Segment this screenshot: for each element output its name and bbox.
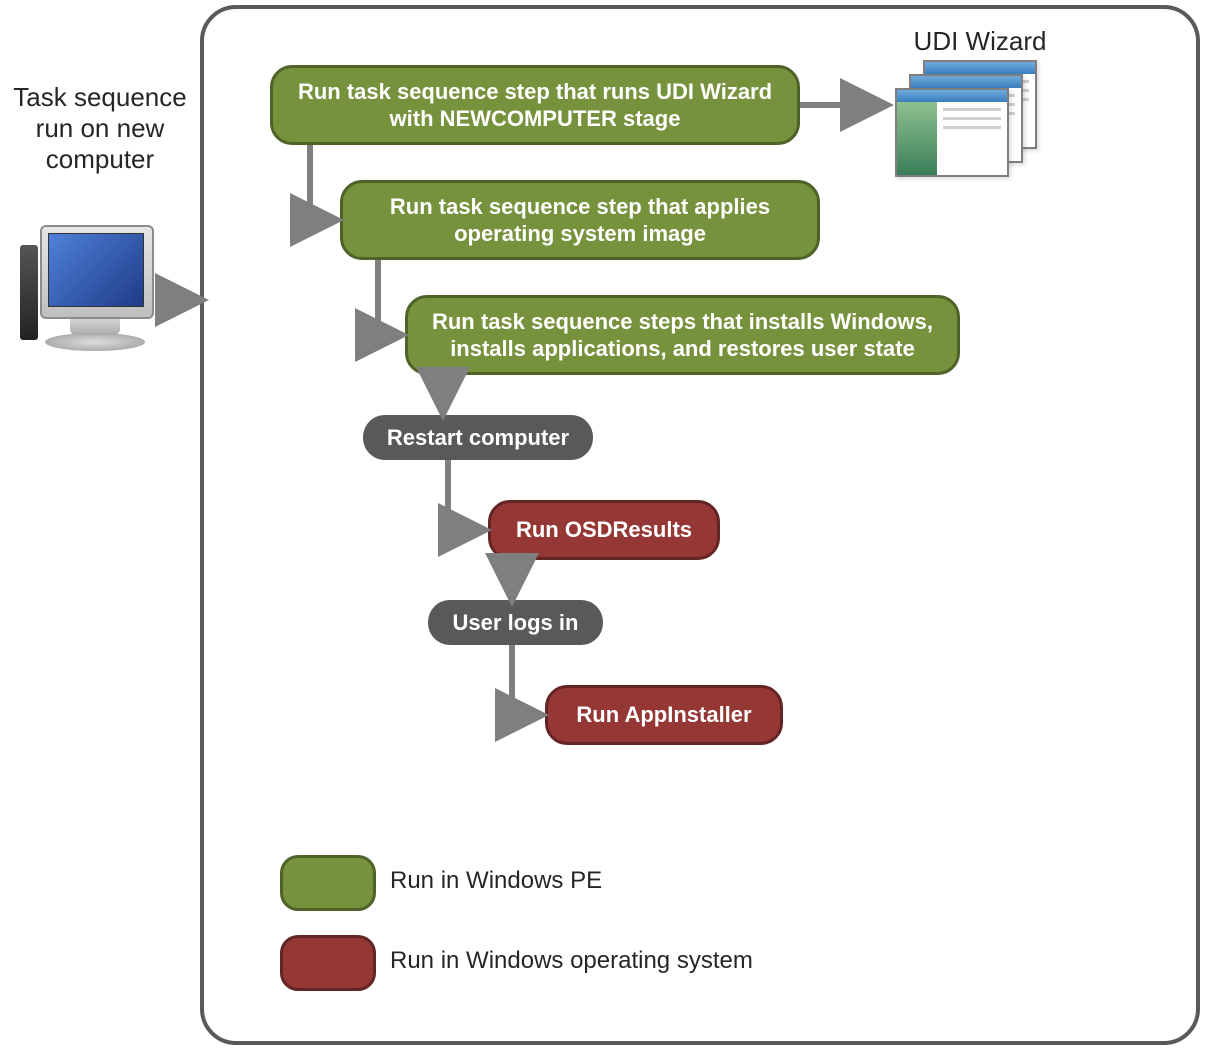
legend-swatch-os [280,935,376,991]
step-run-udi-wizard: Run task sequence step that runs UDI Wiz… [270,65,800,145]
step-run-appinstaller: Run AppInstaller [545,685,783,745]
step-install-windows-apps-state: Run task sequence steps that installs Wi… [405,295,960,375]
step-apply-os-image: Run task sequence step that applies oper… [340,180,820,260]
computer-icon [15,225,175,375]
legend-label-os: Run in Windows operating system [390,947,753,975]
wizard-windows-icon [895,60,1045,180]
step-restart-computer: Restart computer [363,415,593,460]
step-user-logs-in: User logs in [428,600,603,645]
udi-wizard-label: UDI Wizard [880,26,1080,57]
legend-label-pe: Run in Windows PE [390,867,602,895]
legend-swatch-pe [280,855,376,911]
task-sequence-label: Task sequence run on new computer [10,82,190,176]
step-run-osdresults: Run OSDResults [488,500,720,560]
